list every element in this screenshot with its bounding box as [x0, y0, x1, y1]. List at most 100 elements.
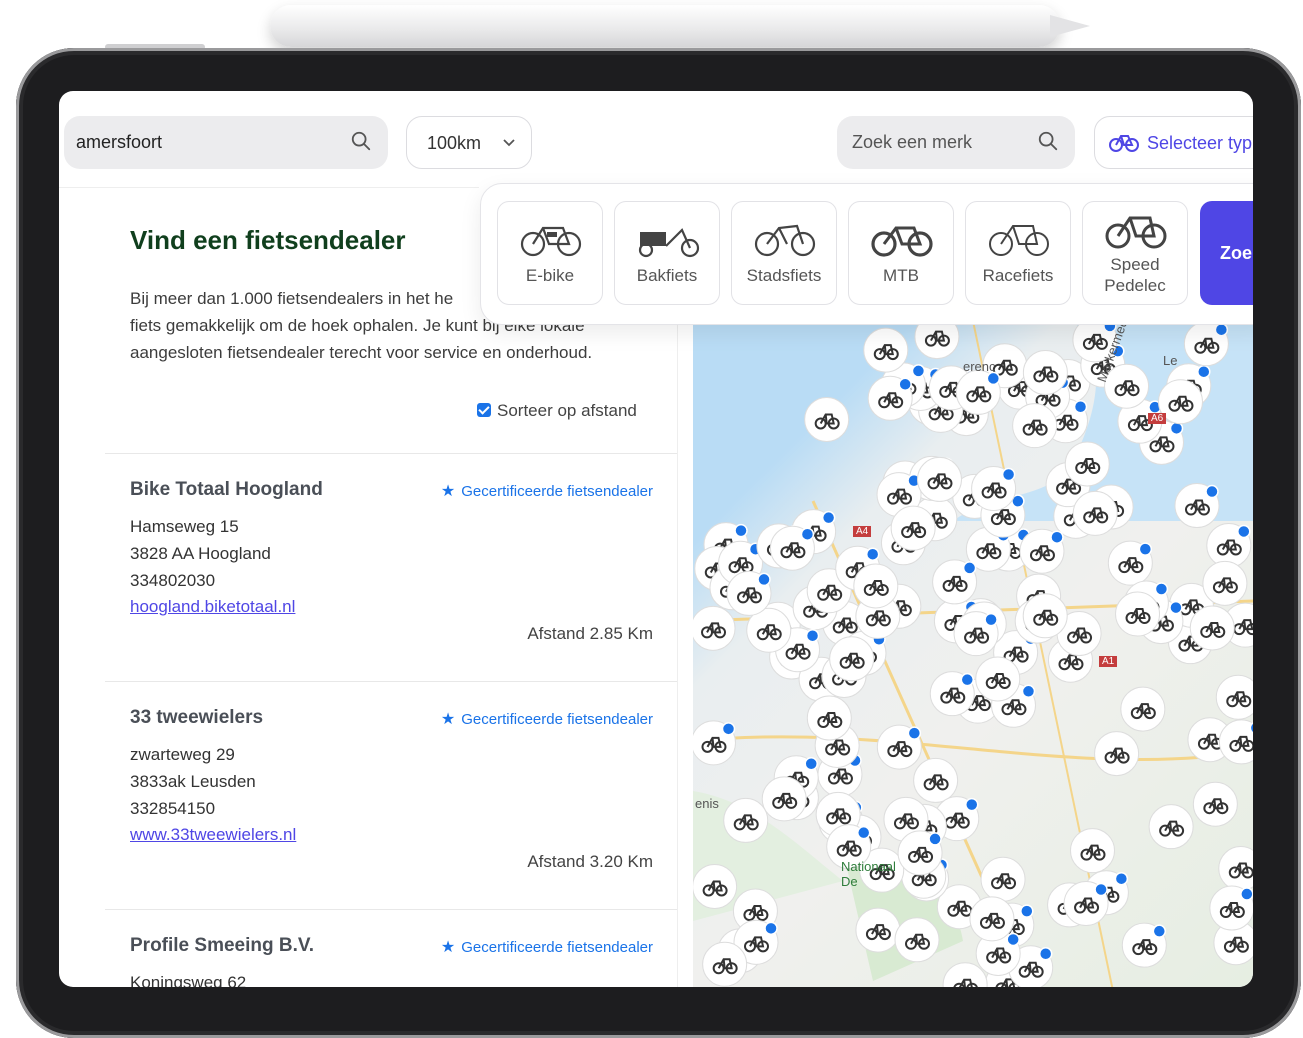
certified-badge: ★ Gecertificeerde fietsendealer	[441, 709, 653, 729]
certified-badge: ★ Gecertificeerde fietsendealer	[441, 937, 653, 957]
dealer-marker[interactable]	[1115, 591, 1161, 637]
dealer-name: Bike Totaal Hoogland	[130, 479, 323, 500]
dealer-marker[interactable]	[1120, 686, 1166, 732]
dealer-street: Koningsweg 62	[130, 973, 247, 987]
dealer-marker[interactable]	[863, 327, 909, 373]
dealer-marker[interactable]	[829, 636, 875, 682]
type-label: Speed Pedelec	[1083, 254, 1187, 296]
star-badge-icon	[1020, 904, 1034, 918]
certified-label: Gecertificeerde fietsendealer	[461, 939, 653, 956]
dealer-marker[interactable]	[693, 605, 736, 651]
dealer-city: 3828 AA Hoogland	[130, 544, 271, 563]
type-tile-stadsfiets[interactable]: Stadsfiets	[731, 201, 837, 305]
dealer-marker[interactable]	[855, 907, 901, 953]
dealer-marker[interactable]	[1094, 731, 1140, 777]
map-label: enis	[695, 796, 719, 811]
type-tile-mtb[interactable]: MTB	[848, 201, 954, 305]
star-icon: ★	[440, 939, 456, 956]
mountain-bike-icon	[871, 226, 933, 257]
dealer-marker[interactable]	[1148, 804, 1194, 850]
location-search-input[interactable]: amersfoort	[64, 116, 388, 169]
select-type-button[interactable]: Selecteer typ	[1094, 116, 1253, 169]
dealer-marker[interactable]	[969, 896, 1015, 942]
dealer-marker[interactable]	[804, 396, 850, 442]
dealer-marker[interactable]	[761, 776, 807, 822]
star-badge-icon	[1006, 932, 1020, 947]
dealer-marker[interactable]	[890, 505, 936, 551]
search-button[interactable]: Zoe	[1200, 201, 1253, 305]
star-badge-icon	[1237, 524, 1251, 539]
dealer-marker[interactable]	[702, 941, 748, 987]
dealer-marker[interactable]	[1218, 846, 1253, 892]
type-tile-racefiets[interactable]: Racefiets	[965, 201, 1071, 305]
checkbox-checked-icon[interactable]	[477, 403, 491, 417]
dealer-distance: Afstand 2.85 Km	[527, 624, 653, 643]
star-badge-icon	[1021, 684, 1036, 699]
radius-select[interactable]: 100km	[406, 116, 532, 169]
map-label: Le	[1163, 353, 1178, 368]
star-badge-icon	[1214, 322, 1229, 337]
dealer-marker[interactable]	[980, 856, 1026, 902]
dealer-website-link[interactable]: www.33tweewielers.nl	[130, 825, 296, 845]
dealer-marker[interactable]	[1070, 828, 1116, 874]
dealer-card[interactable]: Bike Totaal Hoogland ★ Gecertificeerde fi…	[105, 453, 677, 682]
radius-value: 100km	[427, 133, 482, 153]
dealer-street: zwarteweg 29	[130, 745, 235, 764]
dealer-marker[interactable]	[806, 695, 852, 741]
brand-search-input[interactable]: Zoek een merk	[837, 116, 1075, 169]
dealer-marker[interactable]	[693, 863, 738, 909]
apple-pencil	[270, 5, 1090, 47]
dealer-marker[interactable]	[1012, 403, 1058, 449]
dealer-marker[interactable]	[853, 563, 899, 609]
map-label: A4	[853, 526, 872, 537]
type-label-line: Speed	[1110, 255, 1160, 274]
type-tile-e-bike[interactable]: E-bike	[497, 201, 603, 305]
star-badge-icon	[960, 672, 975, 687]
type-tile-bakfiets[interactable]: Bakfiets	[614, 201, 720, 305]
map-canvas[interactable]	[693, 321, 1253, 987]
dealer-marker[interactable]	[1022, 593, 1068, 639]
dealer-marker[interactable]	[1202, 560, 1248, 606]
dealer-marker[interactable]	[975, 656, 1021, 702]
dealer-website-link[interactable]: hoogland.biketotaal.nl	[130, 597, 295, 617]
dealer-marker[interactable]	[894, 917, 940, 963]
dealer-marker[interactable]	[723, 797, 769, 843]
dealer-map[interactable]: Markermeer Le A6 A4 A1 Nationaal De enis…	[693, 321, 1253, 987]
dealer-marker[interactable]	[1215, 674, 1253, 720]
dealer-marker[interactable]	[916, 456, 962, 502]
star-badge-icon	[1197, 364, 1211, 379]
star-badge-icon	[911, 364, 926, 378]
type-label: MTB	[883, 266, 919, 285]
star-icon: ★	[440, 711, 456, 728]
star-badge-icon	[962, 561, 977, 575]
search-icon[interactable]	[350, 130, 372, 152]
dealer-locator-screen: amersfoort 100km Zoek een merk Selecteer…	[59, 91, 1253, 987]
star-badge-icon	[1152, 924, 1167, 938]
dealer-marker[interactable]	[1189, 605, 1235, 651]
star-badge-icon	[907, 726, 922, 740]
star-badge-icon	[865, 547, 880, 561]
type-tile-speed-pedelec[interactable]: Speed Pedelec	[1082, 201, 1188, 305]
type-label: Bakfiets	[636, 266, 698, 285]
intro-line: aangesloten fietsendealer terecht voor s…	[130, 343, 593, 362]
dealer-card[interactable]: 33 tweewielers ★ Gecertificeerde fietsend…	[105, 681, 677, 910]
sort-label: Sorteer op afstand	[497, 401, 637, 420]
star-badge-icon	[984, 612, 998, 627]
dealer-marker[interactable]	[1022, 350, 1068, 396]
location-value: amersfoort	[76, 132, 163, 152]
search-icon[interactable]	[1037, 130, 1059, 152]
page-title: Vind een fietsendealer	[130, 225, 406, 255]
star-badge-icon	[928, 832, 942, 846]
sort-by-distance-checkbox[interactable]: Sorteer op afstand	[477, 401, 637, 421]
bike-icon	[1109, 135, 1139, 152]
divider	[59, 187, 479, 188]
dealer-marker[interactable]	[1064, 441, 1110, 487]
dealer-marker[interactable]	[1072, 490, 1118, 536]
dealer-street: Hamseweg 15	[130, 517, 239, 536]
dealer-marker[interactable]	[1192, 781, 1238, 827]
dealer-card[interactable]: Profile Smeeing B.V. ★ Gecertificeerde fi…	[105, 909, 677, 987]
star-badge-icon	[800, 527, 815, 541]
dealer-marker[interactable]	[914, 321, 960, 360]
star-badge-icon	[1073, 400, 1088, 414]
dealer-marker[interactable]	[913, 757, 959, 803]
